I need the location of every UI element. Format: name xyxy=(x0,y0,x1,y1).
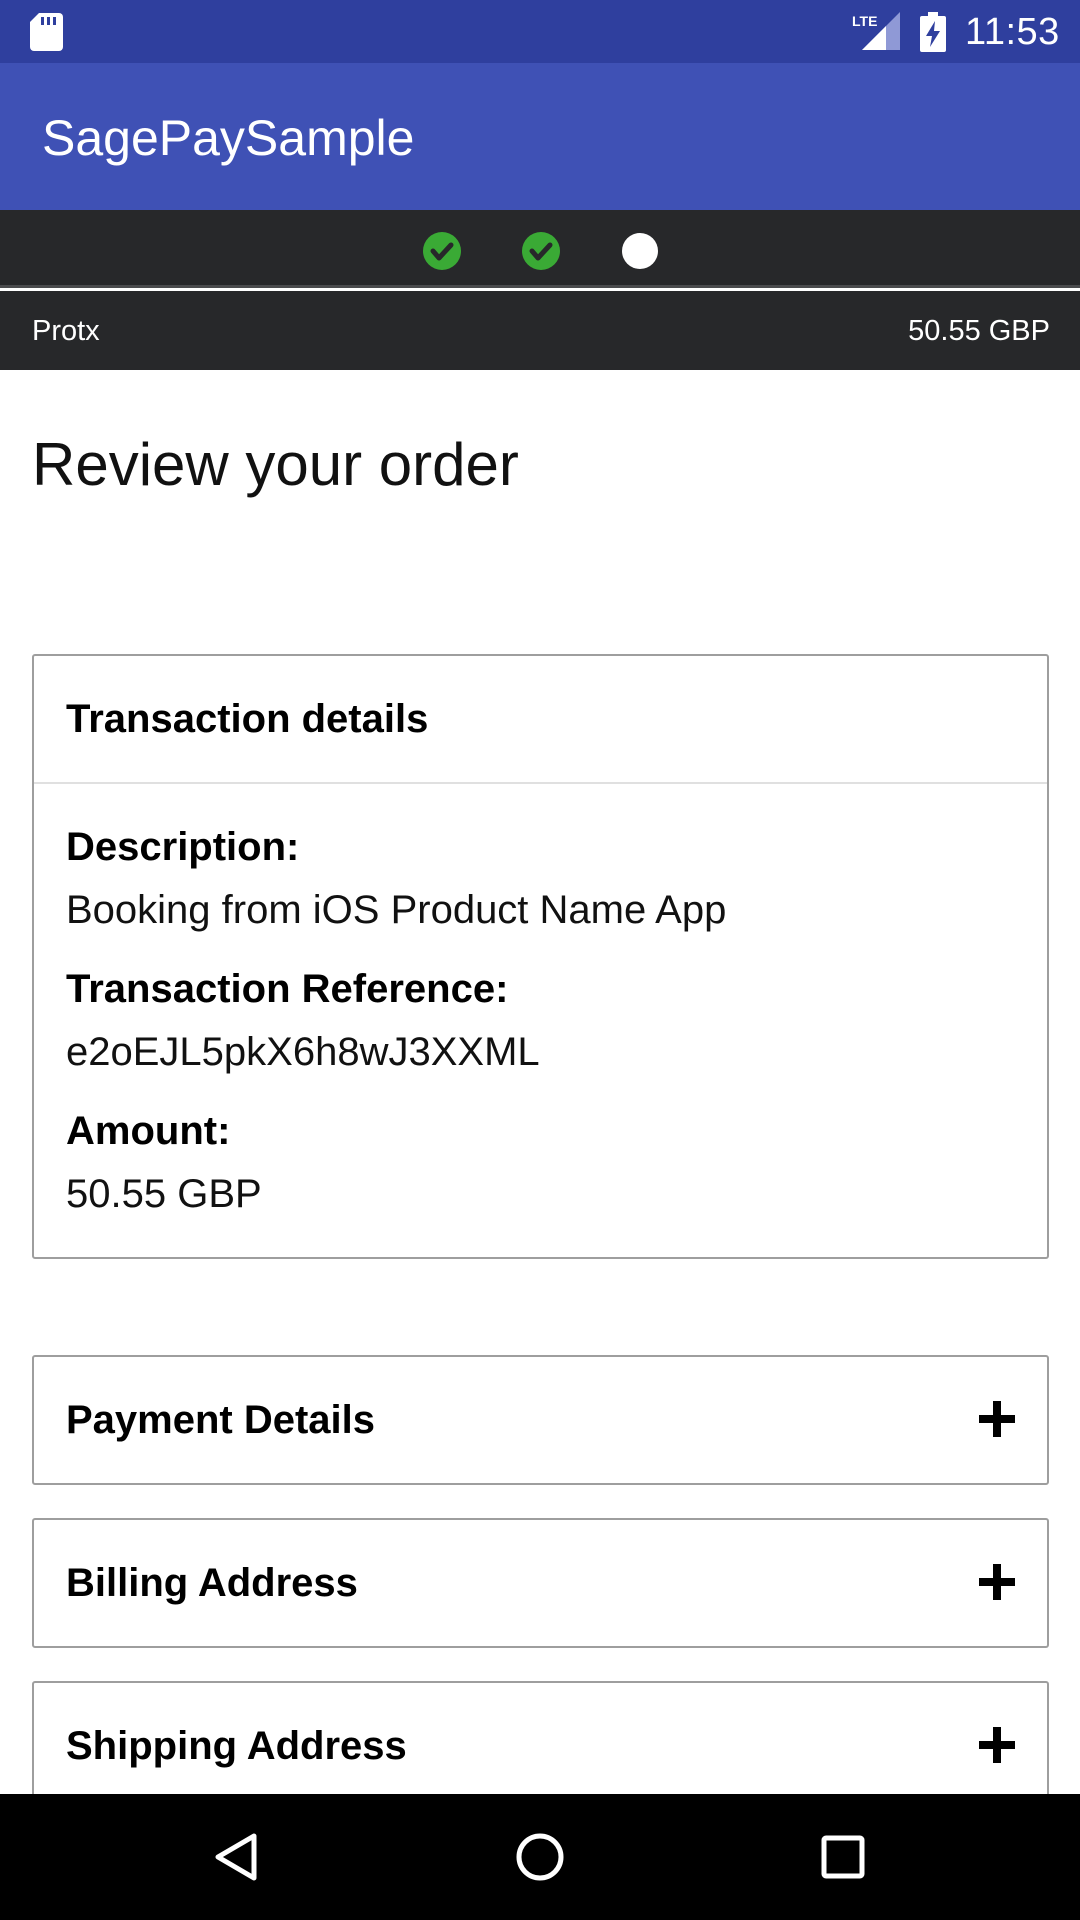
merchant-name: Protx xyxy=(32,315,100,347)
card-header: Transaction details xyxy=(34,656,1047,784)
status-bar: LTE 11:53 xyxy=(0,0,1080,63)
section-title: Billing Address xyxy=(66,1561,358,1605)
section-title: Shipping Address xyxy=(66,1724,407,1768)
system-navigation-bar xyxy=(0,1794,1080,1920)
app-title: SagePaySample xyxy=(42,110,415,166)
reference-value: e2oEJL5pkX6h8wJ3XXML xyxy=(66,1030,540,1074)
home-icon[interactable] xyxy=(515,1832,565,1882)
clock: 11:53 xyxy=(965,11,1060,53)
lte-label: LTE xyxy=(852,13,877,29)
lte-signal-icon: LTE xyxy=(852,12,900,50)
battery-charging-icon xyxy=(920,12,946,52)
section-title: Payment Details xyxy=(66,1398,376,1442)
amount-value: 50.55 GBP xyxy=(66,1172,262,1216)
back-icon[interactable] xyxy=(212,1832,262,1882)
billing-address-section[interactable]: Billing Address xyxy=(32,1518,1049,1648)
page-title: Review your order xyxy=(32,431,519,498)
reference-label: Transaction Reference: xyxy=(66,967,509,1011)
step-complete-check-icon xyxy=(522,232,560,270)
card-title: Transaction details xyxy=(66,697,429,741)
merchant-bar: Protx 50.55 GBP xyxy=(0,291,1080,370)
description-label: Description: xyxy=(66,825,300,869)
payment-details-section[interactable]: Payment Details xyxy=(32,1355,1049,1485)
step-complete-check-icon xyxy=(423,232,461,270)
merchant-amount: 50.55 GBP xyxy=(908,315,1050,347)
step-indicator xyxy=(0,210,1080,288)
amount-label: Amount: xyxy=(66,1109,231,1153)
step-current-dot-icon xyxy=(622,233,658,269)
recents-icon[interactable] xyxy=(818,1832,868,1882)
description-value: Booking from iOS Product Name App xyxy=(66,888,727,932)
shipping-address-section[interactable]: Shipping Address xyxy=(32,1681,1049,1811)
transaction-details-card: Transaction details Description: Booking… xyxy=(32,654,1049,1259)
plus-icon[interactable] xyxy=(979,1727,1015,1763)
plus-icon[interactable] xyxy=(979,1401,1015,1437)
plus-icon[interactable] xyxy=(979,1564,1015,1600)
sd-card-icon xyxy=(30,13,63,51)
app-bar: SagePaySample xyxy=(0,63,1080,210)
